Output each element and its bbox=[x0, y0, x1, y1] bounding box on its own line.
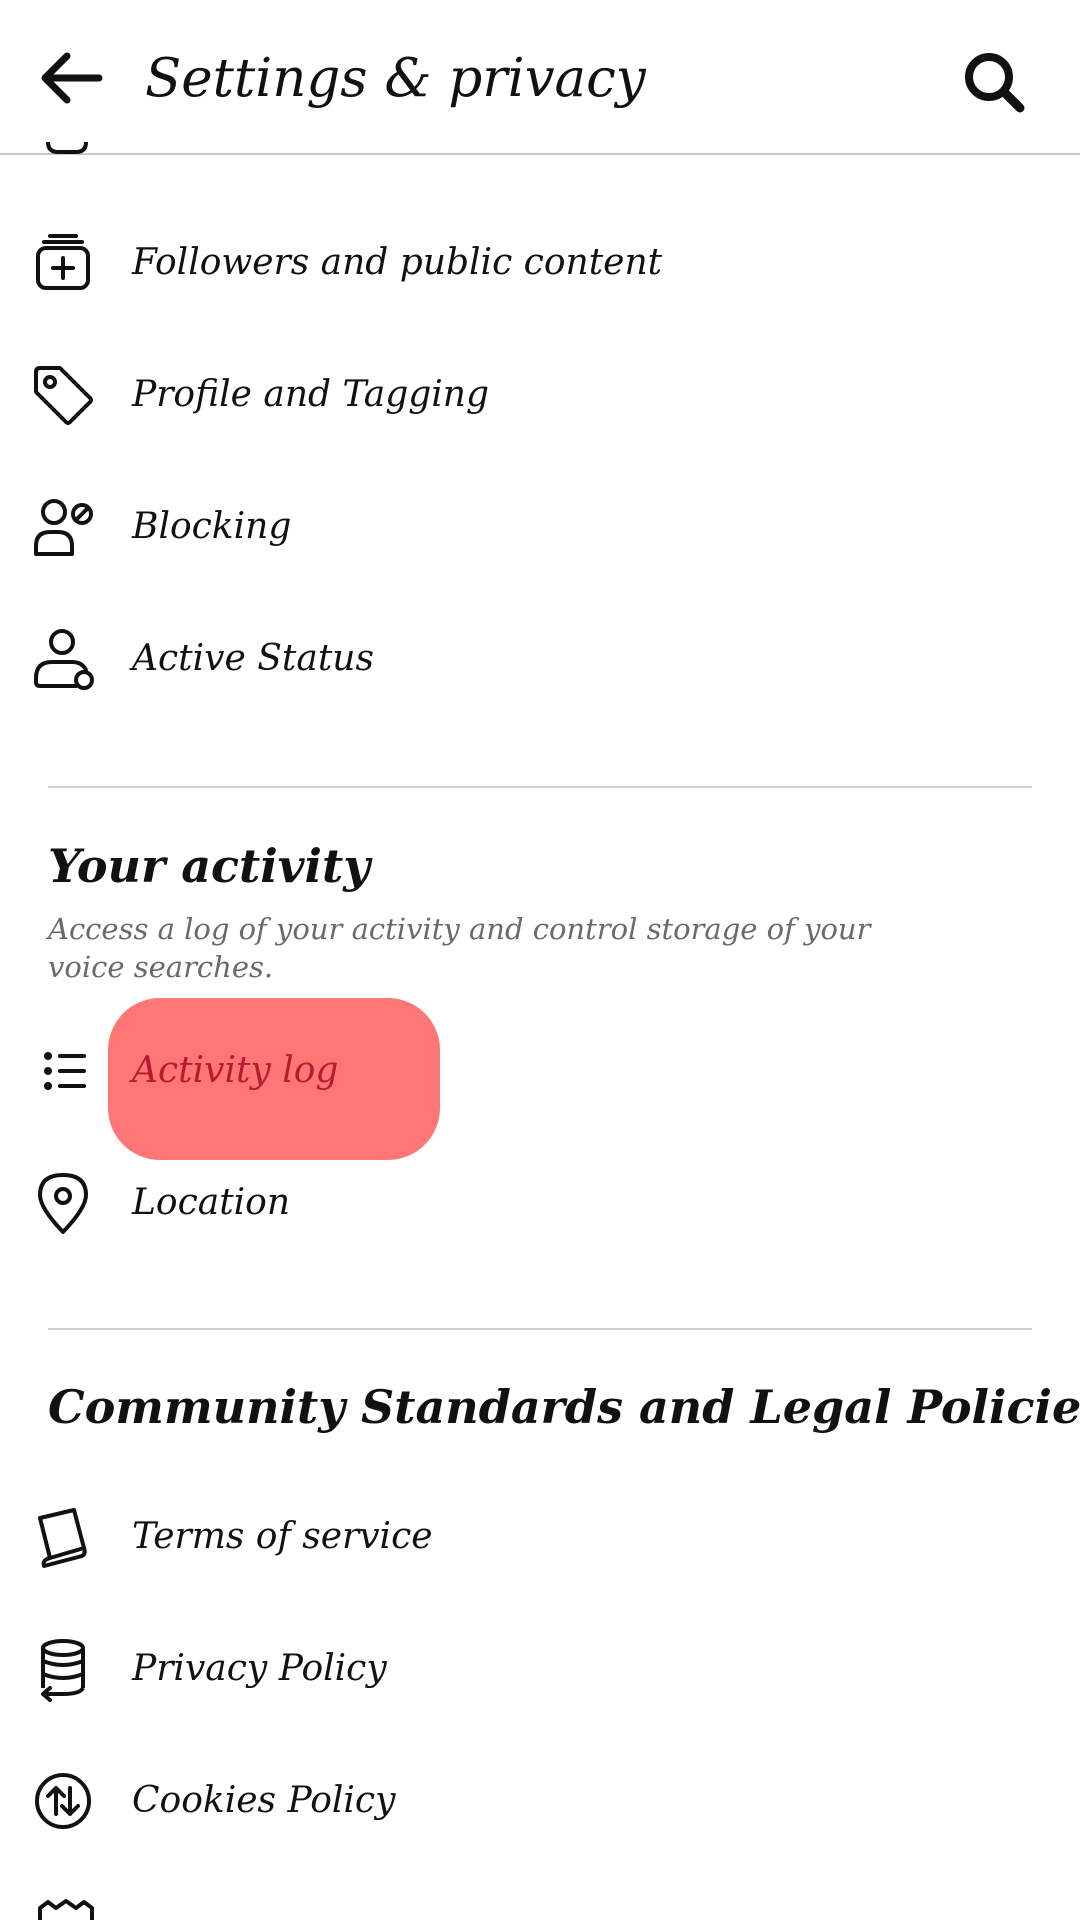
top-bar: Settings & privacy bbox=[0, 0, 1080, 155]
row-profile-tagging[interactable]: Profile and Tagging bbox=[0, 340, 1080, 450]
row-active-status[interactable]: Active Status bbox=[0, 604, 1080, 714]
location-pin-icon bbox=[30, 1170, 96, 1236]
arrow-left-icon bbox=[41, 52, 103, 104]
section-divider bbox=[48, 786, 1032, 788]
row-label: Activity log bbox=[132, 1050, 339, 1091]
row-label: Location bbox=[132, 1182, 291, 1223]
row-cookies-policy[interactable]: Cookies Policy bbox=[0, 1746, 1080, 1856]
search-button[interactable] bbox=[950, 38, 1040, 128]
user-block-icon bbox=[30, 494, 96, 560]
row-location[interactable]: Location bbox=[0, 1148, 1080, 1258]
database-icon bbox=[30, 1636, 96, 1702]
book-icon bbox=[30, 1504, 96, 1570]
back-button[interactable] bbox=[30, 38, 110, 118]
row-blocking[interactable]: Blocking bbox=[0, 472, 1080, 582]
section-title-your-activity: Your activity bbox=[48, 839, 370, 893]
row-label: Followers and public content bbox=[132, 242, 663, 283]
partial-row-icon bbox=[38, 1899, 94, 1920]
row-followers-public-content[interactable]: Followers and public content bbox=[0, 208, 1080, 318]
section-subtitle: Access a log of your activity and contro… bbox=[48, 912, 871, 984]
partial-icon bbox=[46, 141, 88, 154]
row-label: Profile and Tagging bbox=[132, 374, 490, 415]
user-status-icon bbox=[30, 626, 96, 692]
page-title: Settings & privacy bbox=[145, 48, 646, 109]
row-privacy-policy[interactable]: Privacy Policy bbox=[0, 1614, 1080, 1724]
tag-icon bbox=[30, 362, 96, 428]
row-label: Active Status bbox=[132, 638, 374, 679]
list-icon bbox=[30, 1038, 96, 1104]
search-icon bbox=[965, 53, 1025, 113]
cookies-arrows-icon bbox=[30, 1768, 96, 1834]
row-label: Cookies Policy bbox=[132, 1780, 396, 1821]
followers-add-icon bbox=[30, 230, 96, 296]
row-activity-log[interactable]: Activity log bbox=[0, 1016, 1080, 1126]
row-label: Blocking bbox=[132, 506, 292, 547]
section-divider bbox=[48, 1328, 1032, 1330]
section-title-community-standards: Community Standards and Legal Policies bbox=[48, 1380, 1080, 1434]
row-terms-of-service[interactable]: Terms of service bbox=[0, 1482, 1080, 1592]
row-label: Terms of service bbox=[132, 1516, 433, 1557]
row-label: Privacy Policy bbox=[132, 1648, 387, 1689]
